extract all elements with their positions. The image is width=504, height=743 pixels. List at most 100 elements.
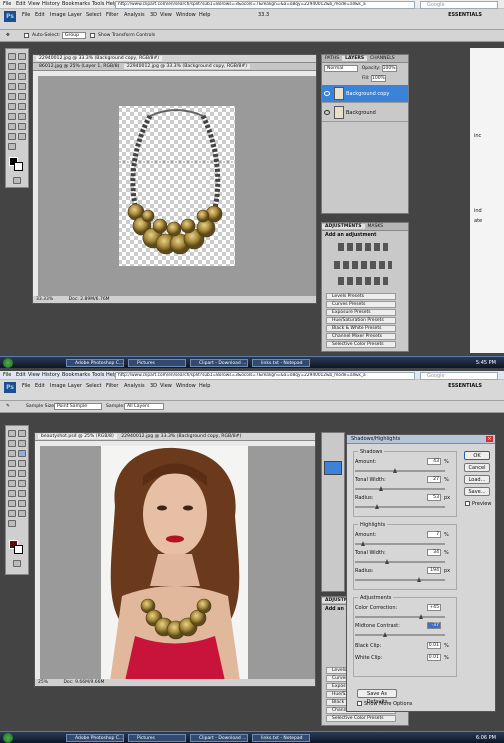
highlights-tonal-slider[interactable] [355,559,445,564]
workspace-switcher[interactable]: ESSENTIALS [448,383,482,389]
eye-icon[interactable] [324,91,330,96]
hand-tool[interactable] [18,133,26,140]
taskbar-notepad[interactable]: links.txt - Notepad [252,734,310,742]
zoom-level[interactable]: 33.3 [258,12,269,18]
layer-thumbnail[interactable] [324,461,342,475]
cancel-button[interactable]: Cancel [464,463,490,472]
dodge-tool[interactable] [8,490,16,497]
show-more-options-checkbox[interactable] [357,701,362,706]
document-tab-2[interactable]: 86012.jpg @ 25% (Layer 1, RGB/8) [36,64,122,69]
preview-checkbox[interactable] [465,501,470,506]
ps-menu-filter[interactable]: Filter [106,12,118,18]
browser-menu-file[interactable]: File [3,1,11,7]
tab-adjustments[interactable]: ADJUSTMENTS [322,224,365,229]
ps-menu-window[interactable]: Window [176,383,196,389]
brush-tool[interactable] [18,83,26,90]
midtone-contrast-input[interactable]: -37 [427,622,441,629]
type-tool[interactable] [8,123,16,130]
blend-mode-dropdown[interactable]: Normal [324,65,359,72]
preset-curves[interactable]: Curves Presets [326,301,396,308]
stamp-tool[interactable] [8,470,16,477]
ok-button[interactable]: OK [464,451,490,460]
layer-row-background[interactable]: Background [322,104,408,122]
opacity-value[interactable]: 100% [381,65,397,72]
ps-menu-view[interactable]: View [160,12,172,18]
browser-menu-view[interactable]: View [28,1,40,7]
tab-masks[interactable]: MASKS [365,224,387,229]
shape-tool[interactable] [8,133,16,140]
highlights-amount-slider[interactable] [355,541,445,546]
preset-black-white[interactable]: Black & White Presets [326,325,396,332]
ps-menu-help[interactable]: Help [199,12,210,18]
ps-menu-edit[interactable]: Edit [35,383,45,389]
sample-dropdown[interactable]: All Layers [124,403,165,410]
ps-menu-filter[interactable]: Filter [106,383,118,389]
black-clip-input[interactable]: 0.01 [427,642,441,649]
highlights-amount-input[interactable]: 7 [427,531,441,538]
eyedropper-tool[interactable] [18,450,26,457]
adjustment-icons-row-1[interactable] [338,243,388,251]
marquee-tool[interactable] [18,53,26,60]
preset-exposure[interactable]: Exposure Presets [326,309,396,316]
type-tool[interactable] [8,500,16,507]
transform-controls-checkbox[interactable] [90,33,95,38]
zoom-tool[interactable] [8,520,16,527]
auto-select-dropdown[interactable]: Group [62,32,86,39]
preset-levels[interactable]: Levels Presets [326,293,396,300]
browser-menu-edit[interactable]: Edit [16,1,26,7]
shadows-amount-input[interactable]: 43 [427,458,441,465]
brush-tool[interactable] [18,460,26,467]
taskbar-pictures[interactable]: Pictures [128,359,186,367]
ps-menu-help[interactable]: Help [199,383,210,389]
browser-menu-bookmarks[interactable]: Bookmarks [62,372,90,378]
hand-tool[interactable] [18,510,26,517]
ps-menu-image[interactable]: Image [50,12,66,18]
sample-size-dropdown[interactable]: Point Sample [54,403,103,410]
taskbar-notepad[interactable]: links.txt - Notepad [252,359,310,367]
document-tab-beautyshot[interactable]: beautyshot.psd @ 25% (RGB/8) [38,434,117,439]
preset-selective-color[interactable]: Selective Color Presets [326,341,396,348]
white-clip-input[interactable]: 0.01 [427,654,441,661]
browser-menu-view[interactable]: View [28,372,40,378]
canvas-area[interactable] [38,76,316,298]
url-field[interactable]: http://www.clipart.com/en/search/split?s… [115,1,415,9]
highlights-radius-input[interactable]: 194 [427,567,441,574]
ps-menu-layer[interactable]: Layer [68,383,82,389]
healing-tool[interactable] [8,460,16,467]
browser-menu-bookmarks[interactable]: Bookmarks [62,1,90,7]
preset-hue-saturation[interactable]: Hue/Saturation Presets [326,317,396,324]
eye-icon[interactable] [324,110,330,115]
move-tool[interactable] [8,430,16,437]
ps-menu-select[interactable]: Select [86,12,101,18]
document-tab-necklace[interactable]: 22940012.jpg @ 33.3% (Background copy, R… [118,434,244,439]
quick-mask-button[interactable] [13,177,21,184]
layer-row-background-copy[interactable]: Background copy [322,85,408,103]
auto-select-checkbox[interactable] [24,33,29,38]
taskbar-pictures[interactable]: Pictures [128,734,186,742]
ps-menu-image[interactable]: Image [50,383,66,389]
stamp-tool[interactable] [8,93,16,100]
status-zoom[interactable]: 25% [38,680,48,685]
background-color-swatch[interactable] [14,545,23,554]
taskbar-clipart[interactable]: Clipart - Download ... [190,734,248,742]
ps-menu-3d[interactable]: 3D [150,12,157,18]
background-color-swatch[interactable] [14,162,23,171]
adjustment-icons-row-3[interactable] [338,277,388,285]
save-as-defaults-button[interactable]: Save As Defaults [357,689,397,705]
taskbar-photoshop[interactable]: Adobe Photoshop C... [66,734,124,742]
load-button[interactable]: Load... [464,475,490,484]
preset-selective-color[interactable]: Selective Color Presets [326,715,396,722]
move-tool[interactable] [8,53,16,60]
dialog-title[interactable]: Shadows/Highlights [347,435,495,444]
ps-menu-3d[interactable]: 3D [150,383,157,389]
marquee-tool[interactable] [18,430,26,437]
browser-menu-tools[interactable]: Tools [92,1,104,7]
start-button[interactable] [3,358,13,368]
taskbar-photoshop[interactable]: Adobe Photoshop C... [66,359,124,367]
tab-channels[interactable]: CHANNELS [367,56,398,61]
adjustment-icons-row-2[interactable] [334,261,392,269]
midtone-contrast-slider[interactable] [355,632,445,637]
healing-tool[interactable] [8,83,16,90]
color-correction-slider[interactable] [355,614,445,619]
zoom-tool[interactable] [8,143,16,150]
